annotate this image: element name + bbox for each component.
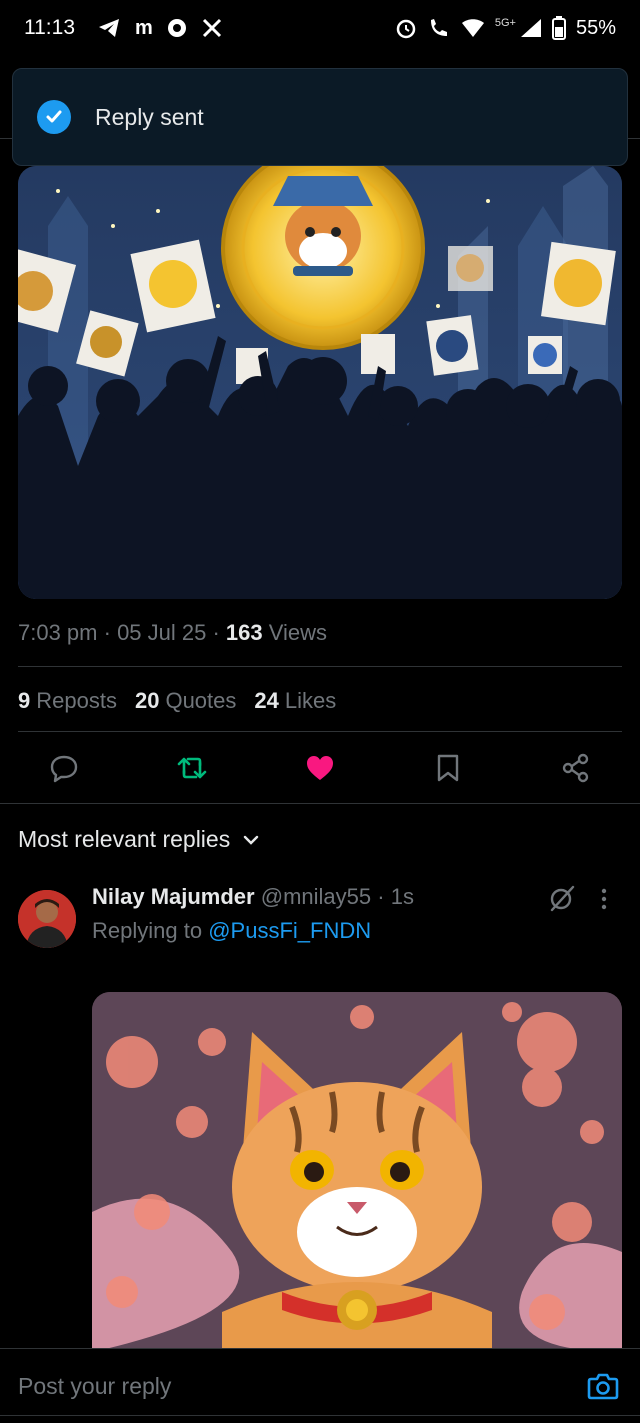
m-app-icon: m: [135, 16, 153, 39]
status-bar: 11:13 m 5G+ 55%: [0, 0, 640, 56]
x-app-icon: [202, 18, 221, 38]
post-meta: 7:03 pm · 05 Jul 25 · 163 Views: [18, 620, 328, 645]
status-system-icons: 5G+ 55%: [395, 16, 616, 40]
network-type: 5G+: [494, 17, 516, 29]
mention-link[interactable]: @PussFi_FNDN: [208, 918, 371, 943]
likes-stat[interactable]: 24 Likes: [254, 688, 336, 714]
app-badge-icon: [167, 19, 186, 37]
status-notification-icons: m: [97, 17, 223, 40]
wifi-icon: [461, 19, 484, 37]
alarm-icon: [396, 19, 416, 39]
quotes-stat[interactable]: 20 Quotes: [135, 688, 236, 714]
reply-input[interactable]: Post your reply: [18, 1373, 171, 1400]
camera-icon[interactable]: [586, 1369, 620, 1408]
more-icon[interactable]: [600, 888, 608, 915]
reply-sent-toast: Reply sent: [12, 68, 628, 166]
quotes-label: Quotes: [165, 688, 237, 713]
avatar[interactable]: [18, 890, 76, 948]
signal-icon: [520, 19, 541, 37]
post-image[interactable]: [18, 166, 622, 599]
likes-count: 24: [254, 688, 279, 713]
reply-author-handle[interactable]: @mnilay55: [261, 884, 371, 909]
reply-icon[interactable]: [46, 750, 82, 786]
replying-to-prefix: Replying to: [92, 918, 203, 943]
battery-percent: 55%: [575, 16, 616, 39]
reply-time: 1s: [390, 884, 414, 909]
sort-label: Most relevant replies: [18, 826, 231, 852]
post-time: 7:03 pm: [18, 620, 98, 645]
reply-image[interactable]: [92, 992, 622, 1352]
check-icon: [37, 100, 71, 134]
chevron-down-icon: [244, 835, 259, 845]
like-icon[interactable]: [302, 750, 338, 786]
likes-label: Likes: [284, 688, 337, 713]
post-stats: 9 Reposts 20 Quotes 24 Likes: [18, 688, 336, 714]
status-time: 11:13: [24, 16, 75, 39]
reposts-stat[interactable]: 9 Reposts: [18, 688, 117, 714]
separator-dot: ·: [377, 884, 385, 909]
reposts-count: 9: [18, 688, 31, 713]
reposts-label: Reposts: [36, 688, 117, 713]
wifi-call-icon: [430, 19, 447, 36]
views-count: 163: [225, 620, 263, 645]
reply-composer: Post your reply: [0, 1348, 640, 1423]
divider: [0, 1415, 640, 1416]
divider: [0, 803, 640, 804]
replying-to: Replying to @PussFi_FNDN: [92, 918, 371, 944]
reply-header: Nilay Majumder @mnilay55 · 1s: [92, 884, 414, 910]
post-actions: [0, 744, 640, 792]
divider: [18, 731, 622, 732]
toast-message: Reply sent: [95, 103, 204, 130]
quotes-count: 20: [134, 688, 160, 713]
bookmark-icon[interactable]: [430, 750, 466, 786]
post-date: 05 Jul 25: [117, 620, 207, 645]
share-icon[interactable]: [558, 750, 594, 786]
grok-icon[interactable]: [548, 884, 576, 917]
reply-author-name[interactable]: Nilay Majumder: [92, 884, 255, 909]
views-label: Views: [268, 620, 328, 645]
replies-sort-dropdown[interactable]: Most relevant replies: [18, 826, 260, 853]
telegram-icon: [99, 19, 119, 37]
repost-icon[interactable]: [174, 750, 210, 786]
divider: [18, 666, 622, 667]
battery-icon: [551, 16, 566, 40]
